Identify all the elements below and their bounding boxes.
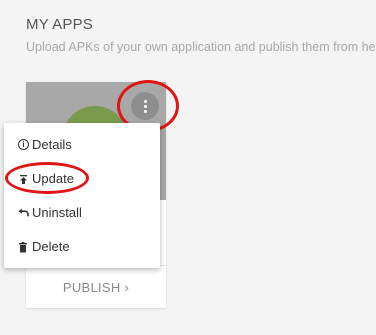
menu-item-delete[interactable]: Delete xyxy=(18,239,70,254)
publish-button[interactable]: PUBLISH › xyxy=(63,280,129,295)
more-vert-icon xyxy=(143,99,147,113)
card-footer: PUBLISH › xyxy=(26,265,166,308)
menu-item-label: Delete xyxy=(32,239,70,254)
upload-icon xyxy=(18,173,29,184)
menu-item-label: Details xyxy=(32,137,72,152)
section-subtitle: Upload APKs of your own application and … xyxy=(26,40,376,54)
menu-item-label: Update xyxy=(32,171,74,186)
menu-item-label: Uninstall xyxy=(32,205,82,220)
menu-item-details[interactable]: i Details xyxy=(18,137,72,152)
menu-item-uninstall[interactable]: Uninstall xyxy=(18,205,82,220)
menu-item-update[interactable]: Update xyxy=(18,171,74,186)
undo-icon xyxy=(18,207,29,218)
trash-icon xyxy=(18,241,29,253)
section-title: MY APPS xyxy=(26,16,93,33)
info-icon: i xyxy=(18,139,29,150)
overflow-menu-button[interactable] xyxy=(131,92,159,120)
context-menu: i Details Update Uninstall Delete xyxy=(4,123,160,268)
